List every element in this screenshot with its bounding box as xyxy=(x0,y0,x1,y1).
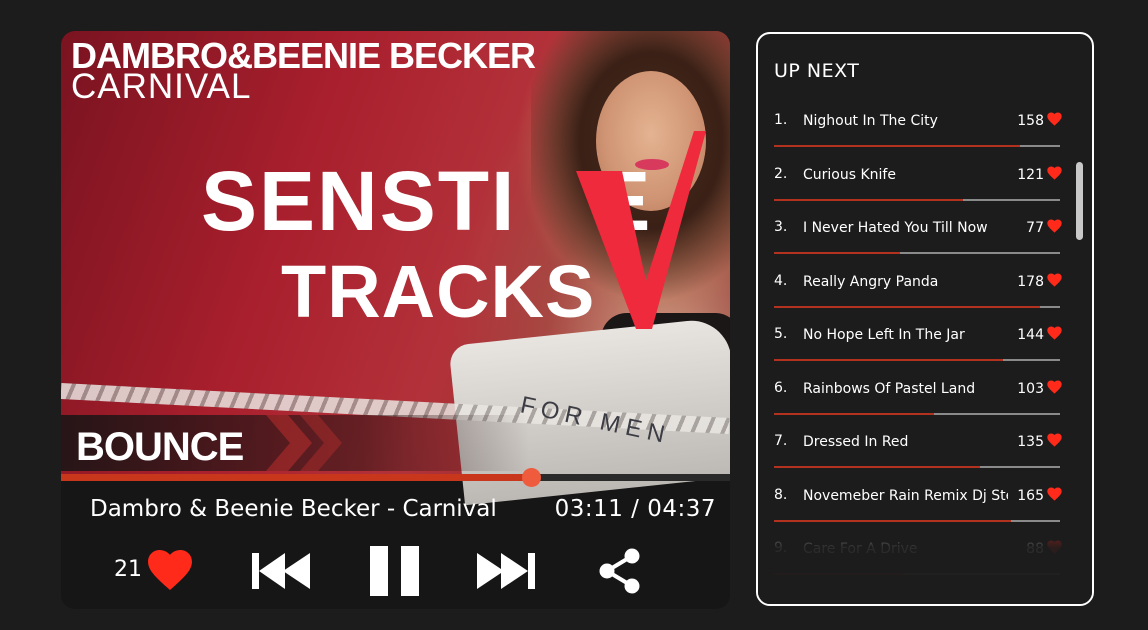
list-item[interactable]: 5. No Hope Left In The Jar 144 xyxy=(774,322,1062,376)
track-name: Really Angry Panda xyxy=(803,273,939,290)
genre-chevrons-icon xyxy=(266,415,342,471)
label-logo-line2: TRACKS xyxy=(281,250,596,333)
like-count: 135 xyxy=(1017,434,1044,450)
up-next-panel: UP NEXT 1. Nighout In The City 158 2. Curiou… xyxy=(756,32,1094,606)
track-progress-bar xyxy=(774,252,1060,254)
track-number: 3. xyxy=(774,219,788,235)
music-player: FOR MEN DAMBRO&BEENIE BECKER CARNIVAL SE… xyxy=(61,31,730,609)
heart-icon[interactable] xyxy=(1047,433,1062,447)
track-progress-fill xyxy=(774,412,935,415)
list-item[interactable]: 6. Rainbows Of Pastel Land 103 xyxy=(774,376,1062,430)
share-icon[interactable] xyxy=(598,548,642,594)
up-next-list: 1. Nighout In The City 158 2. Curious Knife 1… xyxy=(774,108,1062,590)
album-art: FOR MEN DAMBRO&BEENIE BECKER CARNIVAL SE… xyxy=(61,31,730,506)
heart-icon[interactable] xyxy=(1047,219,1062,233)
genre-label: BOUNCE xyxy=(76,425,244,469)
like-count: 121 xyxy=(1017,166,1044,183)
track-name: Novemeber Rain Remix Dj Steel xyxy=(803,487,1008,504)
like-count: 21 xyxy=(114,557,142,582)
track-progress-fill xyxy=(774,198,963,201)
progress-fill xyxy=(61,474,532,481)
up-next-title: UP NEXT xyxy=(774,60,860,82)
list-item[interactable]: 2. Curious Knife 121 xyxy=(774,162,1062,216)
track-number: 7. xyxy=(774,433,788,449)
track-progress-bar xyxy=(774,412,1060,415)
track-name: Rainbows Of Pastel Land xyxy=(803,380,976,397)
track-name: Nighout In The City xyxy=(803,113,938,129)
art-track-heading: CARNIVAL xyxy=(71,67,252,106)
list-item[interactable]: 4. Really Angry Panda 178 xyxy=(774,269,1062,323)
like-count: 103 xyxy=(1017,380,1044,397)
heart-icon[interactable] xyxy=(1047,379,1062,394)
track-progress-bar xyxy=(774,305,1060,308)
heart-icon[interactable] xyxy=(147,549,193,591)
track-progress-fill xyxy=(774,145,1020,147)
track-name: Curious Knife xyxy=(803,166,896,183)
scrollbar[interactable] xyxy=(1076,162,1083,240)
track-number: 8. xyxy=(774,486,788,503)
track-number: 5. xyxy=(774,326,788,342)
track-number: 4. xyxy=(774,272,788,289)
track-progress-fill xyxy=(774,466,980,468)
track-progress-bar xyxy=(774,359,1060,361)
like-count: 178 xyxy=(1017,273,1044,290)
track-progress-bar xyxy=(774,198,1060,201)
track-number: 6. xyxy=(774,379,788,396)
heart-icon[interactable] xyxy=(1047,272,1062,287)
previous-icon[interactable] xyxy=(252,553,314,589)
track-name: No Hope Left In The Jar xyxy=(803,327,965,343)
label-logo-v-icon xyxy=(576,131,706,329)
track-progress-fill xyxy=(774,252,900,254)
next-icon[interactable] xyxy=(477,553,539,589)
like-count: 77 xyxy=(1026,220,1044,236)
track-number: 2. xyxy=(774,165,788,182)
track-progress-bar xyxy=(774,145,1060,147)
progress-bar[interactable] xyxy=(61,468,730,487)
like-count: 158 xyxy=(1017,113,1044,129)
list-item[interactable]: 7. Dressed In Red 135 xyxy=(774,429,1062,483)
track-name: Dressed In Red xyxy=(803,434,909,450)
pause-icon[interactable] xyxy=(370,546,420,596)
track-progress-fill xyxy=(774,359,1003,361)
track-progress-bar xyxy=(774,466,1060,468)
now-playing-title: Dambro & Beenie Becker - Carnival xyxy=(90,496,497,522)
track-name: I Never Hated You Till Now xyxy=(803,220,988,236)
like-count: 144 xyxy=(1017,327,1044,343)
heart-icon[interactable] xyxy=(1047,326,1062,340)
list-fade-overlay xyxy=(758,522,1092,604)
like-count: 165 xyxy=(1017,487,1044,504)
heart-icon[interactable] xyxy=(1047,165,1062,180)
list-item[interactable]: 1. Nighout In The City 158 xyxy=(774,108,1062,162)
heart-icon[interactable] xyxy=(1047,112,1062,126)
track-time: 03:11 / 04:37 xyxy=(554,496,716,522)
heart-icon[interactable] xyxy=(1047,486,1062,501)
list-item[interactable]: 3. I Never Hated You Till Now 77 xyxy=(774,215,1062,269)
track-number: 1. xyxy=(774,112,788,128)
track-progress-fill xyxy=(774,305,1040,308)
